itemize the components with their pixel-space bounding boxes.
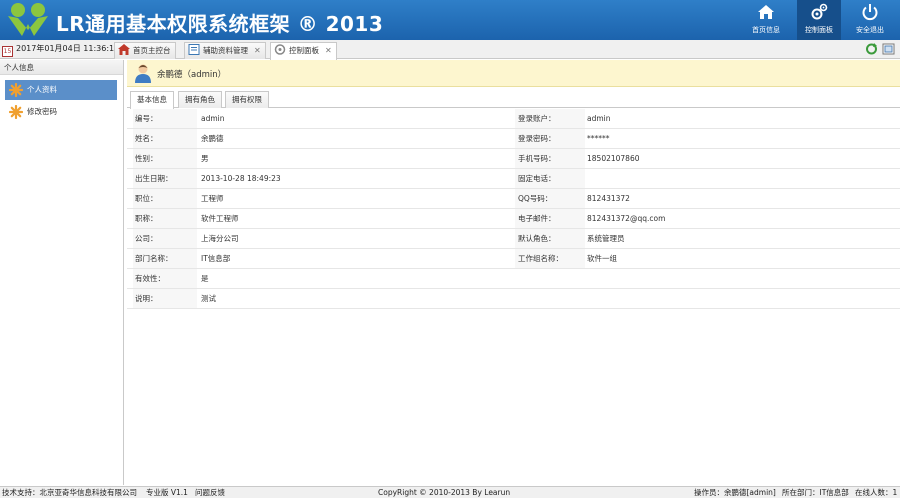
app-header: LR通用基本权限系统框架 ® 2013 首页信息 控制面板 安全退出 [0, 0, 900, 40]
tab-control-panel[interactable]: 控制面板 ✕ [270, 42, 337, 60]
field-value-valid: 是 [201, 274, 209, 283]
field-label-title: 职称： [133, 209, 197, 228]
field-value-company: 上海分公司 [201, 234, 239, 243]
field-value-email: 812431372@qq.com [587, 214, 666, 223]
field-label-name: 姓名： [133, 129, 197, 148]
online-count-text: 在线人数：1 [855, 488, 898, 497]
field-value-account: admin [587, 114, 611, 123]
form-row: 职位： 工程师 QQ号码： 812431372 [127, 189, 900, 209]
field-label-email: 电子邮件： [515, 209, 585, 228]
form-row: 部门名称： IT信息部 工作组名称： 软件一组 [127, 249, 900, 269]
fullscreen-icon[interactable] [882, 43, 895, 55]
form-row: 出生日期： 2013-10-28 18:49:23 固定电话： [127, 169, 900, 189]
field-label-birthdate: 出生日期： [133, 169, 197, 188]
close-icon[interactable]: ✕ [254, 46, 261, 55]
field-label-department: 部门名称： [133, 249, 197, 268]
tab-label: 首页主控台 [133, 46, 171, 55]
home-button-label: 首页信息 [752, 26, 780, 34]
close-icon[interactable]: ✕ [325, 46, 332, 55]
field-value-position: 工程师 [201, 194, 224, 203]
house-icon [118, 44, 130, 55]
tech-support-text: 技术支持：北京亚奇华信息科技有限公司 [2, 488, 137, 497]
form-row: 姓名： 余鹏德 登录密码： ****** [127, 129, 900, 149]
field-value-department: IT信息部 [201, 254, 231, 263]
form-row: 编号： admin 登录账户： admin [127, 109, 900, 129]
form-row: 说明： 测试 [127, 289, 900, 309]
datetime-display: 15 2017年01月04日 11:36:12 [2, 43, 120, 57]
form-row: 职称： 软件工程师 电子邮件： 812431372@qq.com [127, 209, 900, 229]
field-label-qq: QQ号码： [515, 189, 585, 208]
field-label-position: 职位： [133, 189, 197, 208]
field-value-default-role: 系统管理员 [587, 234, 625, 243]
settings-icon [274, 44, 286, 55]
field-label-default-role: 默认角色： [515, 229, 585, 248]
tab-label: 辅助资料管理 [203, 46, 248, 55]
sidebar-item-label: 个人资料 [27, 85, 57, 94]
asterisk-icon [9, 105, 23, 119]
field-value-id: admin [201, 114, 225, 123]
tab-basic-info[interactable]: 基本信息 [130, 91, 174, 109]
refresh-icon[interactable] [865, 43, 878, 55]
datetime-text: 2017年01月04日 11:36:12 [16, 44, 120, 53]
user-avatar-icon [135, 64, 151, 83]
feedback-link[interactable]: 问题反馈 [195, 487, 225, 498]
status-bar: 技术支持：北京亚奇华信息科技有限公司 专业版 V1.1 问题反馈 CopyRig… [0, 486, 900, 498]
user-display-name: 余鹏德（admin） [157, 70, 227, 80]
field-label-account: 登录账户： [515, 109, 585, 128]
field-label-password: 登录密码： [515, 129, 585, 148]
app-title: LR通用基本权限系统框架 ® 2013 [56, 12, 384, 36]
sidebar-item-profile[interactable]: 个人资料 [5, 80, 117, 100]
edition-text: 专业版 V1.1 [146, 488, 188, 497]
field-label-description: 说明： [133, 289, 197, 308]
user-header: 余鹏德（admin） [127, 60, 900, 87]
field-label-mobile: 手机号码： [515, 149, 585, 168]
field-value-password: ****** [587, 134, 610, 143]
logout-button-label: 安全退出 [856, 26, 884, 34]
document-icon [188, 44, 200, 55]
user-info-form: 编号： admin 登录账户： admin 姓名： 余鹏德 登录密码： ****… [127, 109, 900, 309]
left-panel: 个人信息 个人资料 修改密码 [0, 60, 124, 485]
tab-home-console[interactable]: 首页主控台 [114, 42, 176, 59]
field-label-company: 公司： [133, 229, 197, 248]
field-value-birthdate: 2013-10-28 18:49:23 [201, 174, 281, 183]
field-label-valid: 有效性： [133, 269, 197, 288]
logout-button[interactable]: 安全退出 [848, 0, 892, 40]
field-value-mobile: 18502107860 [587, 154, 640, 163]
detail-tabs: 基本信息 拥有角色 拥有权限 [127, 91, 900, 109]
logo-icon [8, 3, 48, 36]
field-value-name: 余鹏德 [201, 134, 224, 143]
department-text: 所在部门：IT信息部 [782, 488, 849, 497]
field-label-gender: 性别： [133, 149, 197, 168]
field-value-workgroup: 软件一组 [587, 254, 617, 263]
field-value-qq: 812431372 [587, 194, 630, 203]
field-value-title: 软件工程师 [201, 214, 239, 223]
operator-text: 操作员：余鹏德[admin] [694, 488, 776, 497]
form-row: 公司： 上海分公司 默认角色： 系统管理员 [127, 229, 900, 249]
tab-owned-roles[interactable]: 拥有角色 [178, 91, 222, 108]
copyright-text: CopyRight © 2010-2013 By Learun [378, 488, 511, 497]
gears-icon [811, 3, 828, 20]
sidebar-item-label: 修改密码 [27, 107, 57, 116]
tab-owned-permissions[interactable]: 拥有权限 [225, 91, 269, 108]
field-value-description: 测试 [201, 294, 216, 303]
field-label-workgroup: 工作组名称： [515, 249, 585, 268]
home-icon [758, 5, 774, 19]
field-value-gender: 男 [201, 154, 209, 163]
form-row: 性别： 男 手机号码： 18502107860 [127, 149, 900, 169]
tab-auxiliary-data[interactable]: 辅助资料管理 ✕ [184, 42, 266, 59]
tab-bar: 15 2017年01月04日 11:36:12 首页主控台 辅助资料管理 ✕ 控制面… [0, 40, 900, 60]
tab-label: 控制面板 [289, 46, 319, 55]
control-panel-button[interactable]: 控制面板 [797, 0, 841, 40]
field-label-id: 编号： [133, 109, 197, 128]
form-row: 有效性： 是 [127, 269, 900, 289]
main-content: 余鹏德（admin） 基本信息 拥有角色 拥有权限 编号： admin 登录账户… [127, 60, 900, 485]
power-icon [862, 4, 878, 21]
left-panel-title: 个人信息 [0, 60, 123, 75]
field-label-telephone: 固定电话： [515, 169, 585, 188]
control-panel-button-label: 控制面板 [805, 26, 833, 34]
home-button[interactable]: 首页信息 [744, 0, 788, 40]
asterisk-icon [9, 83, 23, 97]
sidebar-item-change-password[interactable]: 修改密码 [5, 102, 117, 122]
calendar-icon: 15 [2, 46, 13, 57]
